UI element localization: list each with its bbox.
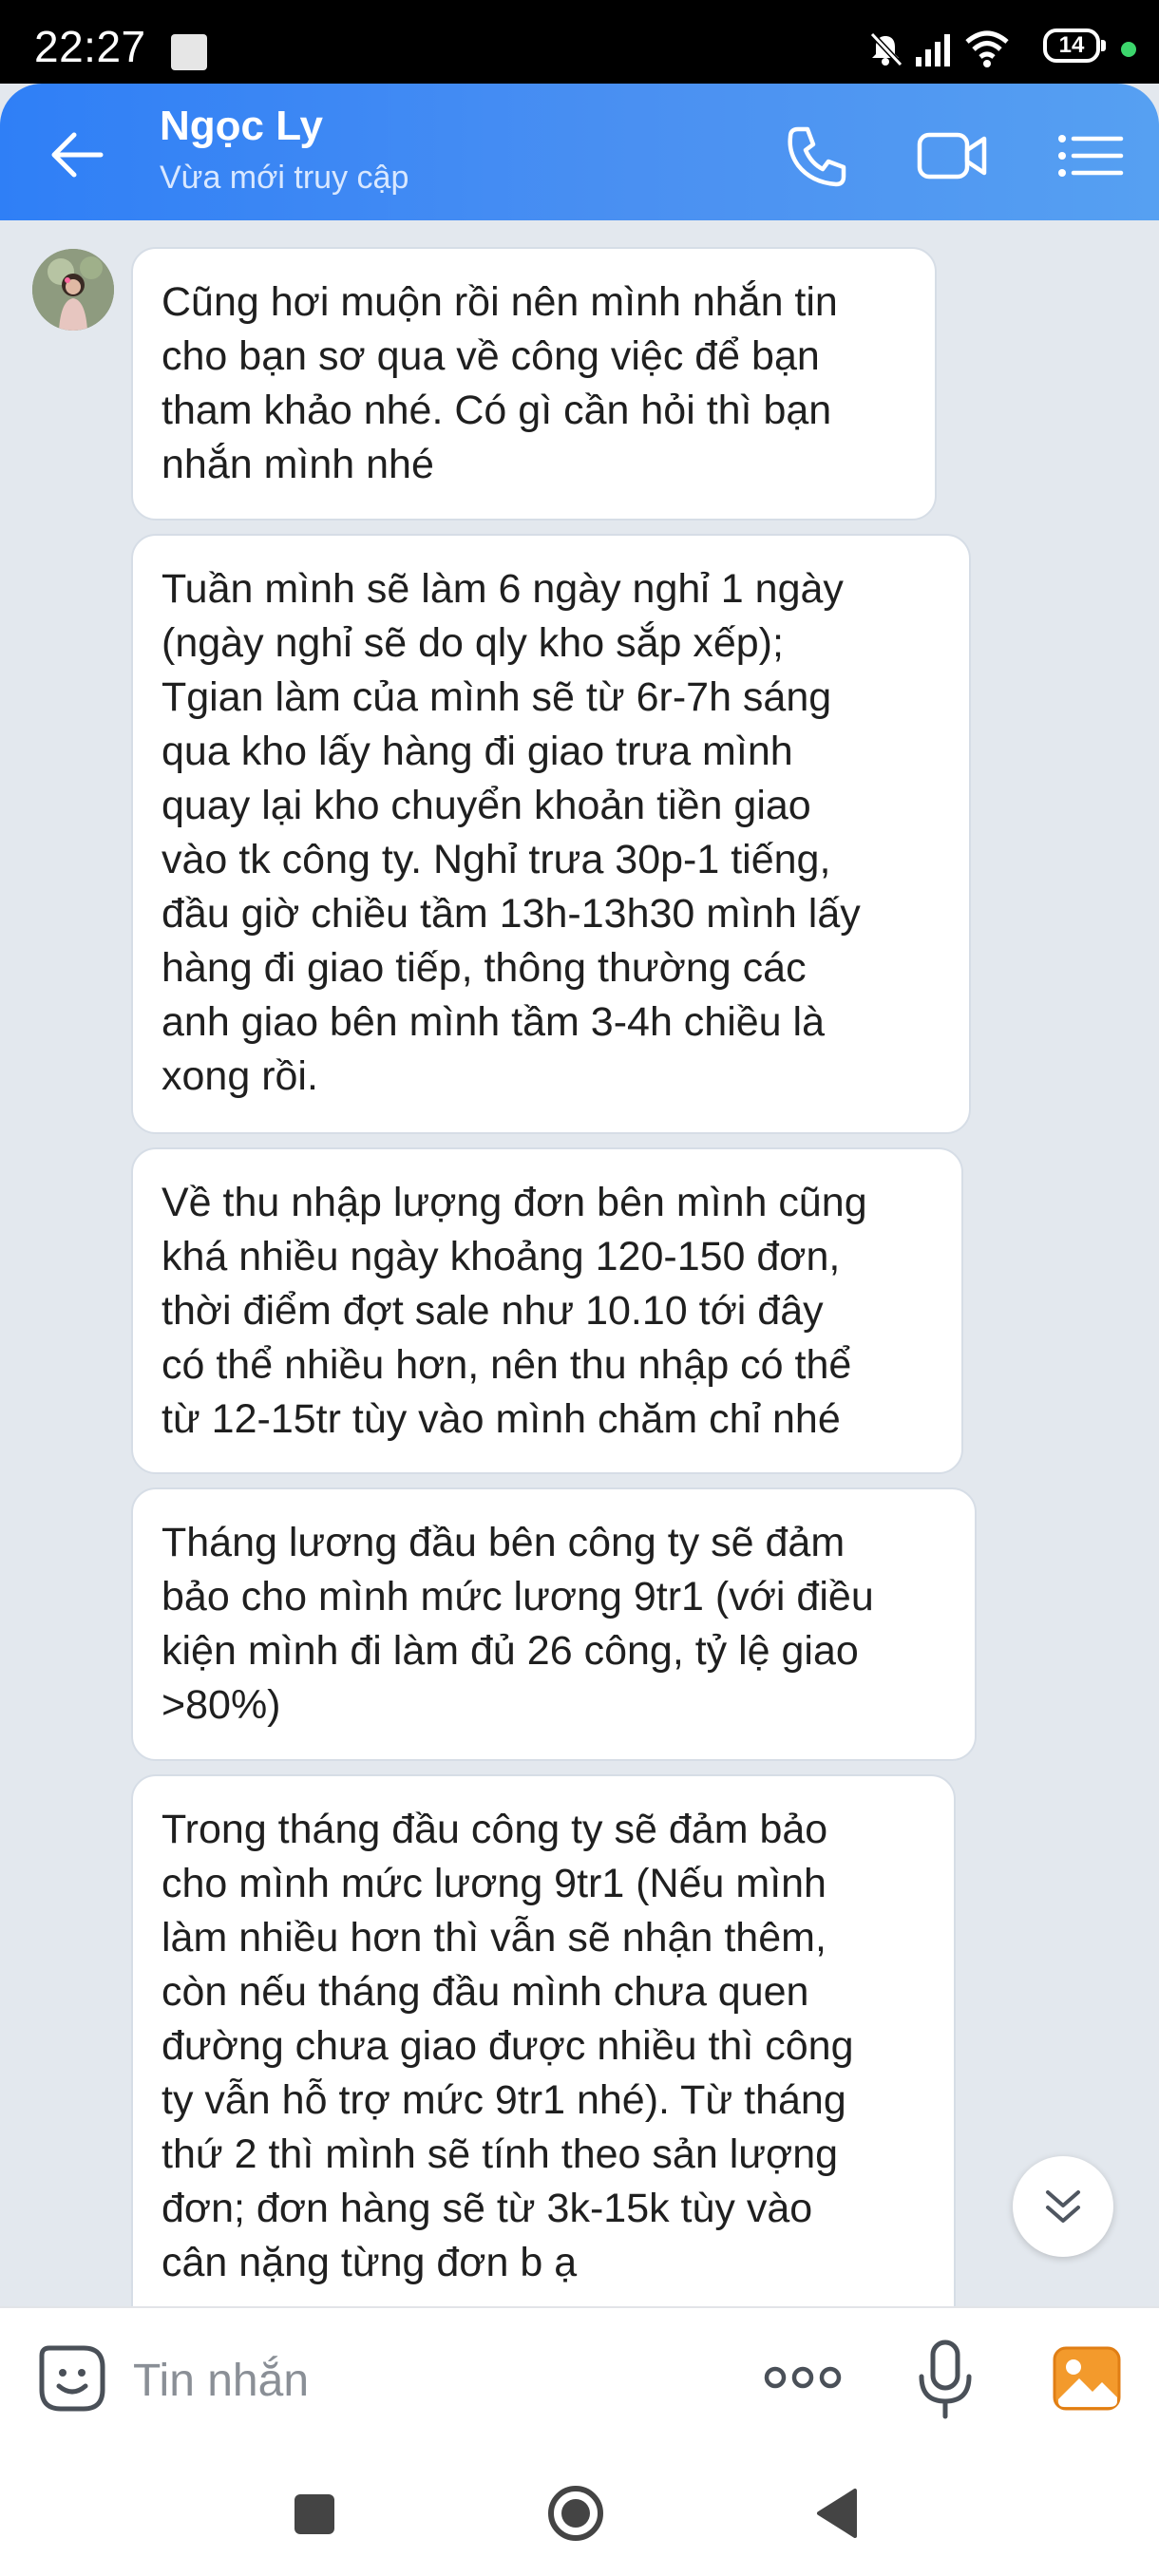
mute-bell-icon xyxy=(869,31,903,67)
home-button[interactable] xyxy=(538,2475,614,2551)
message-bubble[interactable]: Tuần mình sẽ làm 6 ngày nghỉ 1 ngày (ngà… xyxy=(131,534,971,1134)
message-line: Về thu nhập lượng đơn bên mình cũng xyxy=(162,1180,867,1225)
battery-indicator: 14 xyxy=(1043,28,1106,63)
chat-header: Ngọc Ly Vừa mới truy cập xyxy=(0,84,1159,220)
message-line: anh giao bên mình tầm 3-4h chiều là xyxy=(162,999,826,1045)
send-image-button[interactable] xyxy=(1051,2342,1123,2415)
message-line: cho mình mức lương 9tr1 (Nếu mình xyxy=(162,1861,826,1906)
privacy-dot-icon xyxy=(1121,42,1136,57)
back-nav-button[interactable] xyxy=(800,2475,876,2551)
arrow-left-icon xyxy=(51,132,104,178)
message-composer xyxy=(0,2306,1159,2449)
back-button[interactable] xyxy=(44,122,110,188)
square-icon xyxy=(294,2494,334,2534)
message-line: Tgian làm của mình sẽ từ 6r-7h sáng xyxy=(162,674,832,720)
message-line: khá nhiều ngày khoảng 120-150 đơn, xyxy=(162,1234,841,1279)
phone-icon xyxy=(788,126,846,187)
circle-home-icon xyxy=(548,2486,603,2541)
more-dots-icon xyxy=(764,2366,842,2389)
message-line: đường chưa giao được nhiều thì công xyxy=(162,2023,854,2069)
message-line: làm nhiều hơn thì vẫn sẽ nhận thêm, xyxy=(162,1915,826,1960)
microphone-icon xyxy=(919,2339,972,2419)
wifi-icon xyxy=(965,30,1009,67)
message-line: cân nặng từng đơn b ạ xyxy=(162,2240,578,2285)
more-options-button[interactable] xyxy=(760,2354,846,2401)
chat-menu-button[interactable] xyxy=(1053,118,1129,194)
message-line: qua kho lấy hàng đi giao trưa mình xyxy=(162,729,793,774)
message-line: >80%) xyxy=(162,1682,281,1728)
message-line: tham khảo nhé. Có gì cần hỏi thì bạn xyxy=(162,388,832,433)
message-line: đơn; đơn hàng sẽ từ 3k-15k tùy vào xyxy=(162,2186,813,2231)
list-menu-icon xyxy=(1058,135,1124,177)
message-line: thứ 2 thì mình sẽ tính theo sản lượng xyxy=(162,2131,839,2177)
message-line: cho bạn sơ qua về công việc để bạn xyxy=(162,333,820,379)
voice-record-button[interactable] xyxy=(912,2337,978,2422)
video-call-button[interactable] xyxy=(914,118,990,194)
status-time: 22:27 xyxy=(34,22,146,71)
system-navigation-bar xyxy=(0,2447,1159,2576)
recent-apps-button[interactable] xyxy=(276,2475,352,2551)
video-camera-icon xyxy=(917,132,987,180)
message-line: vào tk công ty. Nghỉ trưa 30p-1 tiếng, xyxy=(162,837,831,882)
message-line: (ngày nghỉ sẽ do qly kho sắp xếp); xyxy=(162,620,784,666)
triangle-back-icon xyxy=(817,2489,857,2538)
message-line: có thể nhiều hơn, nên thu nhập có thể xyxy=(162,1342,852,1388)
message-line: ty vẫn hỗ trợ mức 9tr1 nhé). Từ tháng xyxy=(162,2077,846,2123)
message-list[interactable]: Cũng hơi muộn rồi nên mình nhắn tin cho … xyxy=(0,220,1159,2306)
message-line: đầu giờ chiều tầm 13h-13h30 mình lấy xyxy=(162,891,861,937)
message-line: Cũng hơi muộn rồi nên mình nhắn tin xyxy=(162,279,838,325)
contact-avatar[interactable] xyxy=(32,249,114,331)
image-gallery-icon xyxy=(1053,2346,1121,2411)
message-line: từ 12-15tr tùy vào mình chăm chỉ nhé xyxy=(162,1396,841,1442)
message-line: nhắn mình nhé xyxy=(162,442,434,487)
double-chevron-down-icon xyxy=(1046,2190,1080,2223)
status-bar: 22:27 14 xyxy=(0,0,1159,84)
sticker-button[interactable] xyxy=(36,2342,108,2415)
message-line: bảo cho mình mức lương 9tr1 (với điều xyxy=(162,1574,874,1619)
message-bubble[interactable]: Về thu nhập lượng đơn bên mình cũng khá … xyxy=(131,1147,963,1474)
contact-name[interactable]: Ngọc Ly xyxy=(160,103,323,150)
notification-square-icon xyxy=(171,34,207,70)
message-line: quay lại kho chuyển khoản tiền giao xyxy=(162,783,811,828)
message-input[interactable] xyxy=(131,2346,705,2415)
message-line: còn nếu tháng đầu mình chưa quen xyxy=(162,1969,809,2015)
contact-status: Vừa mới truy cập xyxy=(160,160,409,196)
message-line: Tháng lương đầu bên công ty sẽ đảm xyxy=(162,1520,846,1565)
signal-icon xyxy=(916,34,950,66)
call-button[interactable] xyxy=(779,118,855,194)
message-line: thời điểm đợt sale như 10.10 tới đây xyxy=(162,1288,824,1334)
message-line: hàng đi giao tiếp, thông thường các xyxy=(162,945,807,991)
message-line: xong rồi. xyxy=(162,1053,318,1099)
message-bubble[interactable]: Trong tháng đầu công ty sẽ đảm bảo cho m… xyxy=(131,1774,956,2306)
message-line: kiện mình đi làm đủ 26 công, tỷ lệ giao xyxy=(162,1628,859,1674)
scroll-to-bottom-button[interactable] xyxy=(1013,2156,1113,2257)
message-bubble[interactable]: Cũng hơi muộn rồi nên mình nhắn tin cho … xyxy=(131,247,937,521)
emoji-sticker-icon xyxy=(39,2345,105,2412)
message-bubble[interactable]: Tháng lương đầu bên công ty sẽ đảm bảo c… xyxy=(131,1487,977,1761)
message-line: Trong tháng đầu công ty sẽ đảm bảo xyxy=(162,1807,828,1852)
message-line: Tuần mình sẽ làm 6 ngày nghỉ 1 ngày xyxy=(162,566,844,612)
